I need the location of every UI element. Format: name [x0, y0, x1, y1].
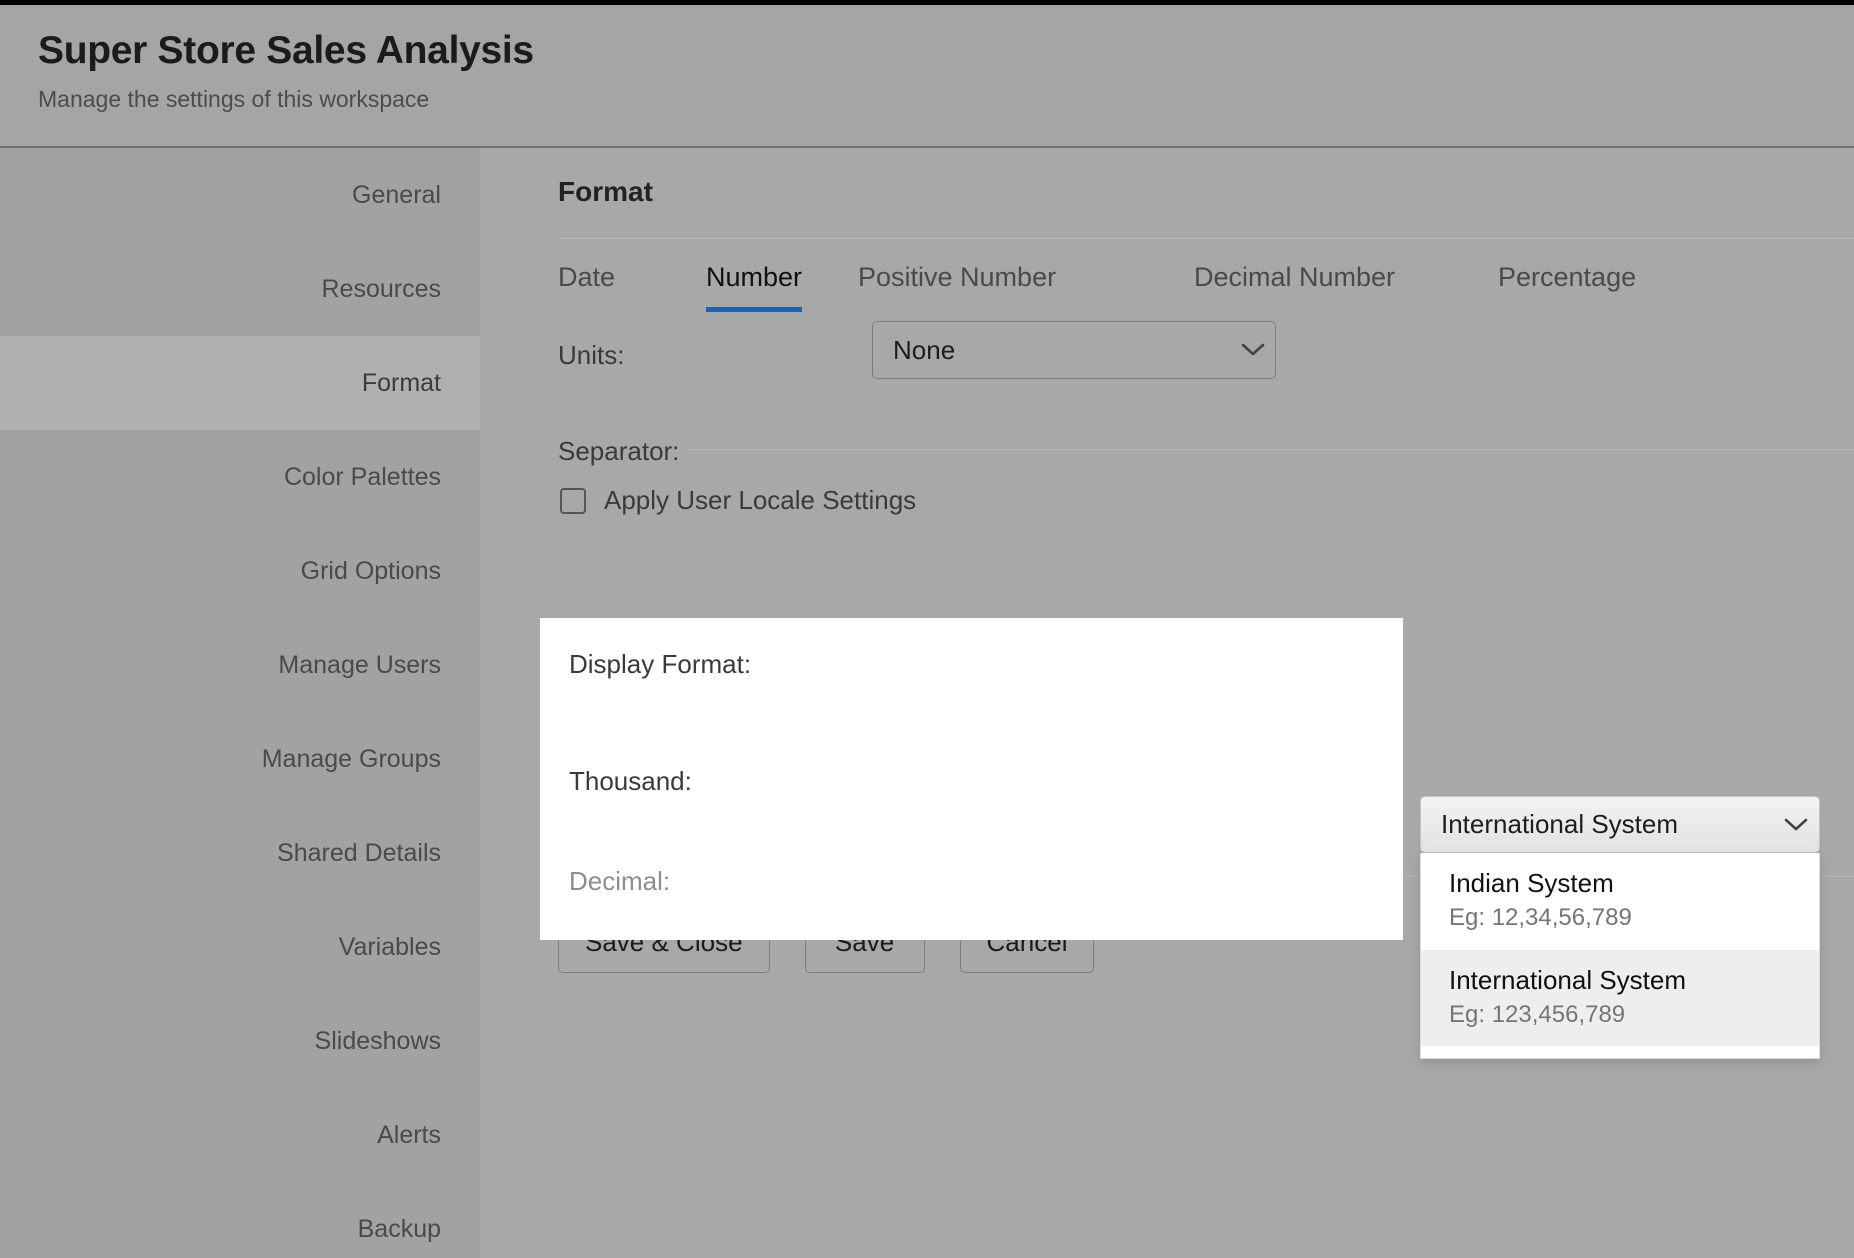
sidebar-item-label: Variables: [339, 933, 441, 962]
units-select[interactable]: None: [872, 321, 1276, 379]
display-format-label: Display Format:: [569, 649, 751, 680]
dropdown-option-example: Eg: 12,34,56,789: [1449, 902, 1819, 934]
sidebar-item-manage-groups[interactable]: Manage Groups: [0, 712, 480, 806]
sidebar-item-label: Alerts: [377, 1121, 441, 1150]
display-format-panel: Display Format: Thousand: Decimal:: [540, 618, 1403, 940]
units-label: Units:: [558, 340, 624, 371]
sidebar-item-label: Backup: [358, 1215, 441, 1244]
page-title: Super Store Sales Analysis: [38, 29, 534, 73]
chevron-down-icon: [1773, 818, 1819, 832]
sidebar-item-slideshows[interactable]: Slideshows: [0, 994, 480, 1088]
sidebar-item-label: Manage Groups: [262, 745, 441, 774]
display-format-dropdown[interactable]: International System Indian SystemEg: 12…: [1420, 796, 1820, 853]
separator-divider: [688, 449, 1854, 450]
display-format-dropdown-value: International System: [1421, 809, 1773, 840]
sidebar-item-label: Resources: [322, 275, 442, 304]
format-panel-title: Format: [558, 176, 653, 208]
sidebar-item-resources[interactable]: Resources: [0, 242, 480, 336]
sidebar-item-label: Color Palettes: [284, 463, 441, 492]
dropdown-option-example: Eg: 123,456,789: [1449, 999, 1819, 1031]
sidebar-item-label: Grid Options: [301, 557, 441, 586]
sidebar-item-general[interactable]: General: [0, 148, 480, 242]
tab-percentage[interactable]: Percentage: [1498, 262, 1636, 307]
decimal-label: Decimal:: [569, 866, 670, 897]
tab-date[interactable]: Date: [558, 262, 615, 307]
sidebar-item-label: General: [352, 181, 441, 210]
apply-user-locale-checkbox-row[interactable]: Apply User Locale Settings: [560, 485, 916, 516]
tab-positive-number[interactable]: Positive Number: [858, 262, 1056, 307]
dropdown-option-title: International System: [1449, 964, 1819, 997]
sidebar-item-backup[interactable]: Backup: [0, 1182, 480, 1258]
sidebar-item-label: Slideshows: [315, 1027, 441, 1056]
sidebar-item-manage-users[interactable]: Manage Users: [0, 618, 480, 712]
sidebar-item-shared-details[interactable]: Shared Details: [0, 806, 480, 900]
chevron-down-icon: [1231, 343, 1275, 357]
separator-label: Separator:: [558, 436, 679, 467]
sidebar-item-label: Manage Users: [278, 651, 441, 680]
sidebar-item-color-palettes[interactable]: Color Palettes: [0, 430, 480, 524]
format-tab-bar[interactable]: Date Number Positive Number Decimal Number P…: [558, 262, 1854, 320]
tab-decimal-number[interactable]: Decimal Number: [1194, 262, 1395, 307]
tab-number[interactable]: Number: [706, 262, 802, 312]
sidebar-item-variables[interactable]: Variables: [0, 900, 480, 994]
sidebar-item-grid-options[interactable]: Grid Options: [0, 524, 480, 618]
checkbox-icon[interactable]: [560, 488, 586, 514]
apply-user-locale-label: Apply User Locale Settings: [604, 485, 916, 516]
sidebar-item-label: Shared Details: [277, 839, 441, 868]
sidebar-item-format[interactable]: Format: [0, 336, 480, 430]
units-select-value: None: [873, 335, 1231, 366]
page-subtitle: Manage the settings of this workspace: [38, 86, 429, 113]
settings-content: Format Date Number Positive Number Decimal …: [480, 148, 1854, 1258]
title-divider: [558, 238, 1854, 239]
sidebar-item-label: Format: [362, 369, 441, 398]
display-format-option-list[interactable]: Indian SystemEg: 12,34,56,789Internation…: [1420, 853, 1820, 1059]
sidebar-item-alerts[interactable]: Alerts: [0, 1088, 480, 1182]
dropdown-option-international-system[interactable]: International SystemEg: 123,456,789: [1421, 950, 1819, 1047]
display-format-dropdown-button[interactable]: International System: [1420, 796, 1820, 853]
page-header: Super Store Sales Analysis Manage the se…: [0, 5, 1854, 148]
thousand-label: Thousand:: [569, 766, 692, 797]
dropdown-option-title: Indian System: [1449, 867, 1819, 900]
app-window: Super Store Sales Analysis Manage the se…: [0, 0, 1854, 1258]
dropdown-option-indian-system[interactable]: Indian SystemEg: 12,34,56,789: [1421, 853, 1819, 950]
settings-sidebar[interactable]: General Resources Format Color Palettes Grid…: [0, 148, 480, 1258]
